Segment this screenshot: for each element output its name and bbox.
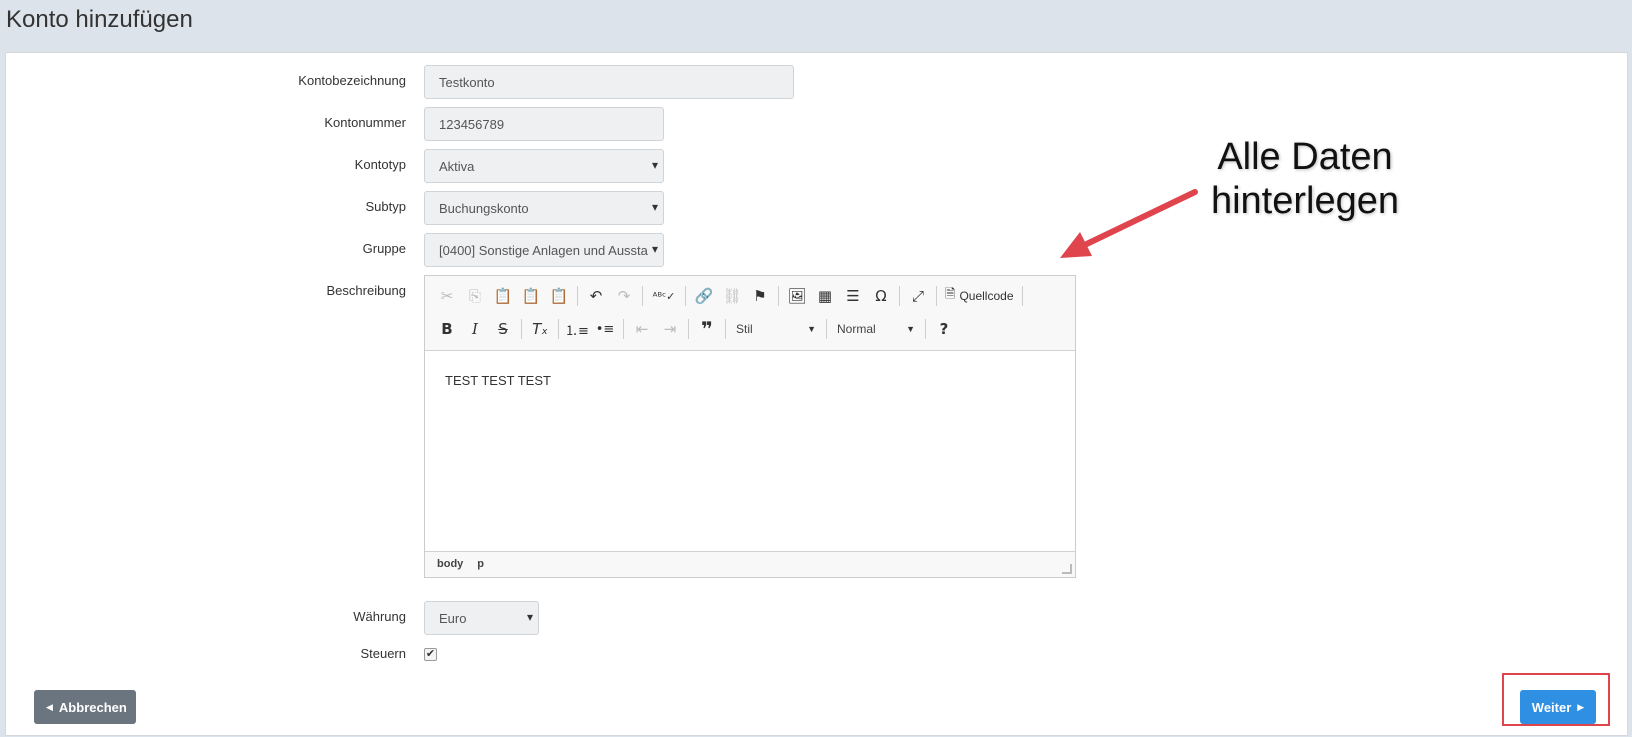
gruppe-label: Gruppe	[362, 241, 406, 256]
page-title: Konto hinzufügen	[6, 6, 193, 33]
help-icon[interactable]: ?	[930, 316, 958, 342]
row-gruppe: Gruppe [0400] Sonstige Anlagen und Ausst…	[6, 233, 1106, 267]
row-steuern: Steuern ✔	[6, 643, 1106, 677]
copy-icon[interactable]: ⎘	[461, 283, 489, 309]
italic-icon[interactable]: I	[461, 316, 489, 342]
toolbar-separator	[925, 319, 926, 339]
toolbar-separator	[826, 319, 827, 339]
maximize-icon[interactable]: ⤢	[904, 283, 932, 309]
toolbar-separator	[899, 286, 900, 306]
toolbar-separator	[688, 319, 689, 339]
row-waehrung: Währung Euro	[6, 601, 1106, 635]
toolbar-separator	[1021, 286, 1023, 306]
waehrung-label: Währung	[353, 609, 406, 624]
cancel-button-label: Abbrechen	[58, 699, 127, 715]
steuern-checkbox[interactable]: ✔	[424, 648, 437, 661]
indent-icon[interactable]: ⇥	[656, 316, 684, 342]
remove-format-icon[interactable]: Tₓ	[526, 316, 554, 342]
beschreibung-label: Beschreibung	[326, 283, 407, 298]
chevron-left-icon: ◀	[46, 701, 53, 712]
image-icon[interactable]: 🖼	[783, 283, 811, 309]
toolbar-separator	[936, 286, 937, 306]
kontobezeichnung-input[interactable]: Testkonto	[424, 65, 794, 99]
kontonummer-label: Kontonummer	[324, 115, 406, 130]
path-body[interactable]: body	[437, 558, 463, 571]
style-combo-label: Stil	[736, 322, 753, 336]
annotation-highlight-box	[1502, 673, 1610, 726]
kontobezeichnung-label: Kontobezeichnung	[298, 73, 406, 88]
chevron-down-icon: ▼	[906, 324, 915, 334]
kontotyp-select[interactable]: Aktiva	[424, 149, 664, 183]
row-kontobezeichnung: Kontobezeichnung Testkonto	[6, 65, 1106, 99]
editor-statusbar: body p	[425, 551, 1075, 577]
format-combo-label: Normal	[837, 322, 876, 336]
gruppe-select[interactable]: [0400] Sonstige Anlagen und Aussta	[424, 233, 664, 267]
table-icon[interactable]: ▦	[811, 283, 839, 309]
source-label: Quellcode	[959, 289, 1014, 303]
cut-icon[interactable]: ✂	[433, 283, 461, 309]
annotation-line-2: hinterlegen	[1210, 180, 1400, 222]
special-char-icon[interactable]: Ω	[867, 283, 895, 309]
annotation-line-1: Alle Daten	[1217, 136, 1393, 178]
resize-handle[interactable]	[1062, 564, 1072, 574]
toolbar-separator	[558, 319, 559, 339]
toolbar-separator	[642, 286, 643, 306]
chevron-down-icon: ▼	[807, 324, 816, 334]
style-combo[interactable]: Stil ▼	[730, 316, 822, 342]
toolbar-separator	[685, 286, 686, 306]
source-icon: 🗎	[945, 286, 956, 301]
editor-toolbar: ✂ ⎘ 📋 📋 📋 ↶ ↷ ᴬᴮᶜ✓ 🔗 ⛓ ⚑ 🖼 ▦ ☰ Ω ⤢ 🗎 Que…	[425, 276, 1075, 351]
kontonummer-input[interactable]: 123456789	[424, 107, 664, 141]
paste-icon[interactable]: 📋	[489, 283, 517, 309]
steuern-label: Steuern	[360, 646, 406, 661]
spellcheck-icon[interactable]: ᴬᴮᶜ✓	[647, 283, 681, 309]
toolbar-row-1: ✂ ⎘ 📋 📋 📋 ↶ ↷ ᴬᴮᶜ✓ 🔗 ⛓ ⚑ 🖼 ▦ ☰ Ω ⤢ 🗎 Que…	[433, 281, 1027, 311]
horizontal-line-icon[interactable]: ☰	[839, 283, 867, 309]
link-icon[interactable]: 🔗	[690, 283, 718, 309]
unlink-icon[interactable]: ⛓	[718, 283, 746, 309]
strikethrough-icon[interactable]: S	[489, 316, 517, 342]
anchor-flag-icon[interactable]: ⚑	[746, 283, 774, 309]
row-subtyp: Subtyp Buchungskonto	[6, 191, 1106, 225]
rich-text-editor: ✂ ⎘ 📋 📋 📋 ↶ ↷ ᴬᴮᶜ✓ 🔗 ⛓ ⚑ 🖼 ▦ ☰ Ω ⤢ 🗎 Que…	[424, 275, 1076, 578]
bulleted-list-icon[interactable]: •≡	[591, 316, 619, 342]
waehrung-select[interactable]: Euro	[424, 601, 539, 635]
bold-icon[interactable]: B	[433, 316, 461, 342]
subtyp-select[interactable]: Buchungskonto	[424, 191, 664, 225]
toolbar-row-2: B I S Tₓ ⒈≡ •≡ ⇤ ⇥ ❞ Stil ▼ Normal ▼ ?	[433, 314, 958, 344]
annotation-arrow-shaft	[1067, 189, 1198, 255]
row-kontonummer: Kontonummer 123456789	[6, 107, 1106, 141]
redo-icon[interactable]: ↷	[610, 283, 638, 309]
paste-text-icon[interactable]: 📋	[517, 283, 545, 309]
kontotyp-label: Kontotyp	[354, 157, 406, 172]
outdent-icon[interactable]: ⇤	[628, 316, 656, 342]
undo-icon[interactable]: ↶	[582, 283, 610, 309]
path-p[interactable]: p	[477, 558, 484, 571]
toolbar-separator	[725, 319, 726, 339]
paste-word-icon[interactable]: 📋	[545, 283, 573, 309]
blockquote-icon[interactable]: ❞	[693, 316, 721, 342]
toolbar-separator	[778, 286, 779, 306]
toolbar-separator	[577, 286, 578, 306]
format-combo[interactable]: Normal ▼	[831, 316, 921, 342]
toolbar-separator	[521, 319, 522, 339]
source-button[interactable]: 🗎 Quellcode	[941, 285, 1018, 307]
toolbar-separator	[623, 319, 624, 339]
row-beschreibung: Beschreibung ✂ ⎘ 📋 📋 📋 ↶ ↷ ᴬᴮᶜ✓ 🔗 ⛓ ⚑ 🖼 …	[6, 275, 1106, 578]
numbered-list-icon[interactable]: ⒈≡	[563, 316, 591, 342]
row-kontotyp: Kontotyp Aktiva	[6, 149, 1106, 183]
annotation-arrow	[1060, 189, 1198, 258]
editor-content[interactable]: TEST TEST TEST	[425, 351, 1075, 551]
cancel-button[interactable]: ◀ Abbrechen	[34, 690, 136, 724]
subtyp-label: Subtyp	[365, 199, 406, 214]
annotation-text: Alle Daten hinterlegen	[1185, 135, 1425, 223]
